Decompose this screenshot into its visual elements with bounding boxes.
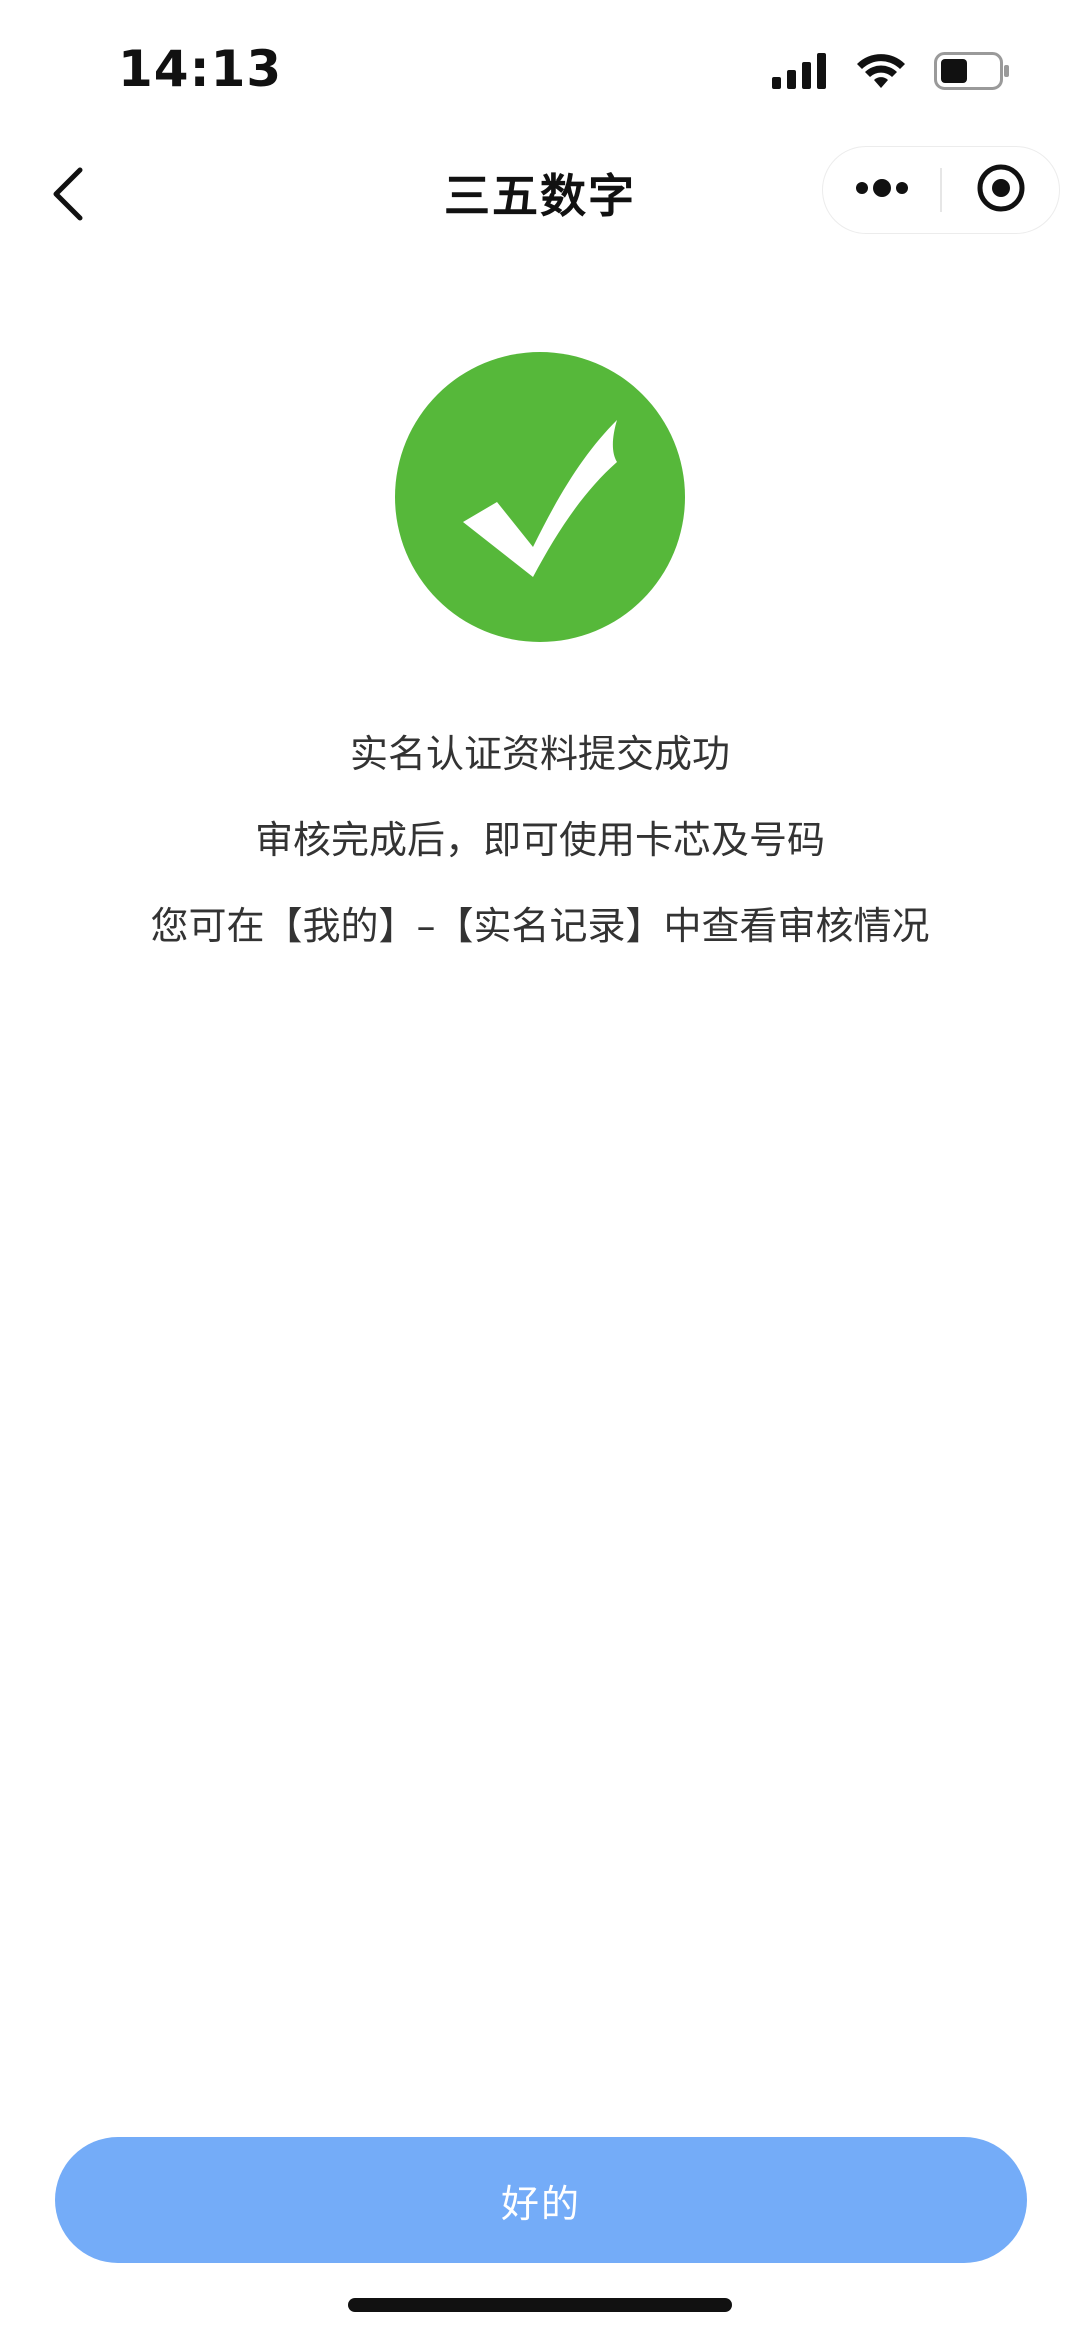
- close-miniprogram-icon: [976, 163, 1026, 217]
- result-hint: 您可在【我的】–【实名记录】中查看审核情况: [150, 904, 930, 948]
- home-indicator[interactable]: [348, 2298, 732, 2312]
- status-time: 14:13: [118, 40, 283, 98]
- more-button[interactable]: [823, 147, 940, 233]
- result-note: 审核完成后，即可使用卡芯及号码: [254, 818, 825, 862]
- more-icon: [854, 178, 910, 202]
- signal-icon: [772, 53, 828, 93]
- status-bar: 14:13: [0, 0, 1080, 140]
- result-title: 实名认证资料提交成功: [349, 732, 730, 776]
- result-messages: 实名认证资料提交成功 审核完成后，即可使用卡芯及号码 您可在【我的】–【实名记录…: [0, 722, 1080, 980]
- battery-icon: [934, 52, 1010, 94]
- screen: 14:13 三五数字 实名认证资料提交成功 审核完成后，即可使用卡芯及号码 您可…: [0, 0, 1080, 2337]
- nav-bar: 三五数字: [0, 140, 1080, 250]
- ok-button[interactable]: 好的: [55, 2137, 1027, 2263]
- close-miniprogram-button[interactable]: [942, 147, 1059, 233]
- status-icons: [772, 48, 1010, 98]
- success-check-icon: [395, 352, 685, 642]
- wifi-icon: [856, 52, 906, 94]
- miniprogram-capsule: [822, 146, 1060, 234]
